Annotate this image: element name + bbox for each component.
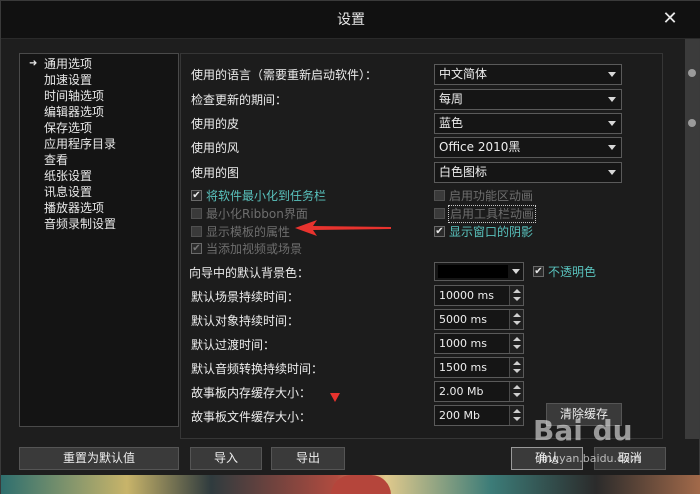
stepper-down-icon [513, 297, 521, 301]
sidebar-item-view[interactable]: 查看 [20, 152, 178, 168]
skin-label: 使用的皮 [191, 117, 240, 131]
chevron-down-icon [608, 72, 616, 77]
sidebar-item-acceleration[interactable]: 加速设置 [20, 72, 178, 88]
bg-color-picker[interactable] [434, 262, 524, 281]
sidebar-item-messages[interactable]: 讯息设置 [20, 184, 178, 200]
bg-color-label: 向导中的默认背景色： [189, 266, 310, 280]
check-icon: ✔ [191, 190, 202, 201]
stepper-down-icon [513, 369, 521, 373]
scene-duration-stepper[interactable]: 10000 ms [434, 285, 524, 306]
style-label: 使用的风 [191, 141, 240, 155]
chevron-down-icon [608, 170, 616, 175]
sidebar-item-timeline[interactable]: 时间轴选项 [20, 88, 178, 104]
baidu-watermark: Bai du jingyan.baidu.com [533, 414, 683, 474]
title-bar: 设置 ✕ [1, 1, 700, 39]
chevron-down-icon [608, 97, 616, 102]
memory-cache-label: 故事板内存缓存大小： [191, 386, 312, 400]
stepper-up-icon [513, 361, 521, 365]
stepper-down-icon [513, 345, 521, 349]
update-period-label: 检查更新的期间： [191, 93, 288, 107]
language-label: 使用的语言（需要重新启动软件）： [191, 68, 378, 82]
check-icon: ✔ [533, 266, 544, 277]
scene-duration-label: 默认场景持续时间： [191, 290, 300, 304]
stepper-up-icon [513, 337, 521, 341]
sidebar-item-save[interactable]: 保存选项 [20, 120, 178, 136]
skin-select[interactable]: 蓝色 [434, 113, 622, 134]
close-icon[interactable]: ✕ [659, 8, 681, 30]
sidebar-item-paper[interactable]: 纸张设置 [20, 168, 178, 184]
watermark-url: jingyan.baidu.com [539, 452, 641, 465]
sidebar-item-player[interactable]: 播放器选项 [20, 200, 178, 216]
audio-transition-stepper[interactable]: 1500 ms [434, 357, 524, 378]
export-button[interactable]: 导出 [271, 447, 345, 470]
annotation-arrow-icon [295, 220, 391, 236]
sidebar-item-audio-recording[interactable]: 音频录制设置 [20, 216, 178, 232]
color-swatch [438, 265, 508, 278]
memory-cache-stepper[interactable]: 2.00 Mb [434, 381, 524, 402]
sidebar-item-editor[interactable]: 编辑器选项 [20, 104, 178, 120]
sidebar-item-general[interactable]: ➜ 通用选项 [20, 56, 178, 72]
stepper-up-icon [513, 313, 521, 317]
annotation-triangle-icon [330, 393, 340, 402]
style-select[interactable]: Office 2010黑 [434, 137, 622, 158]
chevron-down-icon [608, 145, 616, 150]
reset-defaults-button[interactable]: 重置为默认值 [19, 447, 179, 470]
settings-dialog: 设置 ✕ ➜ 通用选项 加速设置 时间轴选项 编辑器选项 保存选项 应用程序目录… [0, 0, 700, 494]
background-artwork [1, 475, 700, 494]
stepper-up-icon [513, 385, 521, 389]
dot-icon [688, 119, 696, 127]
arrow-right-icon: ➜ [29, 58, 38, 69]
file-cache-label: 故事板文件缓存大小： [191, 410, 312, 424]
object-duration-stepper[interactable]: 5000 ms [434, 309, 524, 330]
audio-transition-label: 默认音频转换持续时间： [191, 362, 324, 376]
import-button[interactable]: 导入 [190, 447, 262, 470]
check-icon: ✔ [191, 243, 202, 254]
chevron-down-icon [608, 121, 616, 126]
stepper-down-icon [513, 417, 521, 421]
background-strip [685, 39, 699, 439]
dialog-title: 设置 [337, 12, 365, 28]
object-duration-label: 默认对象持续时间： [191, 314, 300, 328]
stepper-up-icon [513, 289, 521, 293]
stepper-up-icon [513, 409, 521, 413]
transition-duration-stepper[interactable]: 1000 ms [434, 333, 524, 354]
file-cache-stepper[interactable]: 200 Mb [434, 405, 524, 426]
transition-duration-label: 默认过渡时间： [191, 338, 276, 352]
general-settings-panel: 使用的语言（需要重新启动软件）： 中文简体 检查更新的期间： 每周 使用的皮 蓝… [180, 53, 663, 439]
stepper-down-icon [513, 321, 521, 325]
icons-label: 使用的图 [191, 166, 240, 180]
baidu-logo: Bai du [533, 414, 633, 447]
language-select[interactable]: 中文简体 [434, 64, 622, 85]
stepper-down-icon [513, 393, 521, 397]
dot-icon [688, 69, 696, 77]
sidebar-item-app-directory[interactable]: 应用程序目录 [20, 136, 178, 152]
check-icon: ✔ [434, 226, 445, 237]
settings-category-list: ➜ 通用选项 加速设置 时间轴选项 编辑器选项 保存选项 应用程序目录 查看 纸… [19, 53, 179, 427]
icons-select[interactable]: 白色图标 [434, 162, 622, 183]
update-period-select[interactable]: 每周 [434, 89, 622, 110]
chevron-down-icon [512, 269, 520, 274]
